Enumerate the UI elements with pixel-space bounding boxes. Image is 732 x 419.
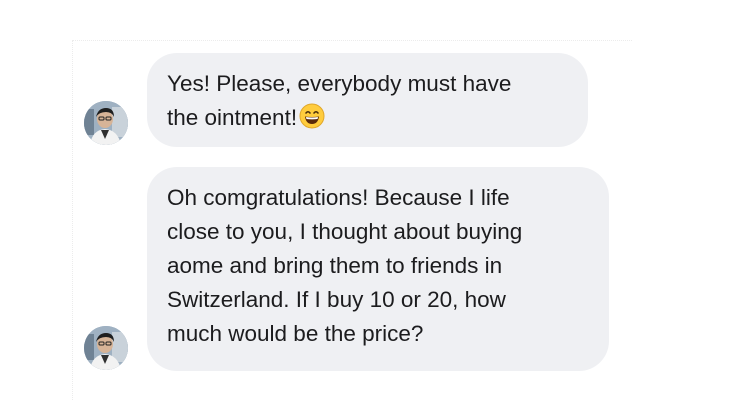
- avatar-photo: [84, 101, 128, 145]
- divider: [72, 40, 73, 400]
- message-bubble[interactable]: Oh comgratulations! Because I life close…: [147, 167, 609, 371]
- message-text: close to you, I thought about buying: [167, 219, 523, 244]
- message-text: the ointment!: [167, 101, 568, 135]
- grinning-face-icon: [299, 103, 325, 129]
- divider: [72, 40, 632, 41]
- avatar[interactable]: [84, 326, 128, 370]
- avatar[interactable]: [84, 101, 128, 145]
- message-text: Yes! Please, everybody must have: [167, 71, 512, 96]
- message-text-fragment: the ointment!: [167, 105, 298, 130]
- message-text: much would be the price?: [167, 321, 424, 346]
- message-text: aome and bring them to friends in: [167, 253, 503, 278]
- message-text: Oh comgratulations! Because I life: [167, 185, 510, 210]
- message-text: Switzerland. If I buy 10 or 20, how: [167, 287, 506, 312]
- avatar-photo: [84, 326, 128, 370]
- chat-conversation: Yes! Please, everybody must have the oin…: [0, 0, 732, 419]
- message-bubble[interactable]: Yes! Please, everybody must have the oin…: [147, 53, 588, 147]
